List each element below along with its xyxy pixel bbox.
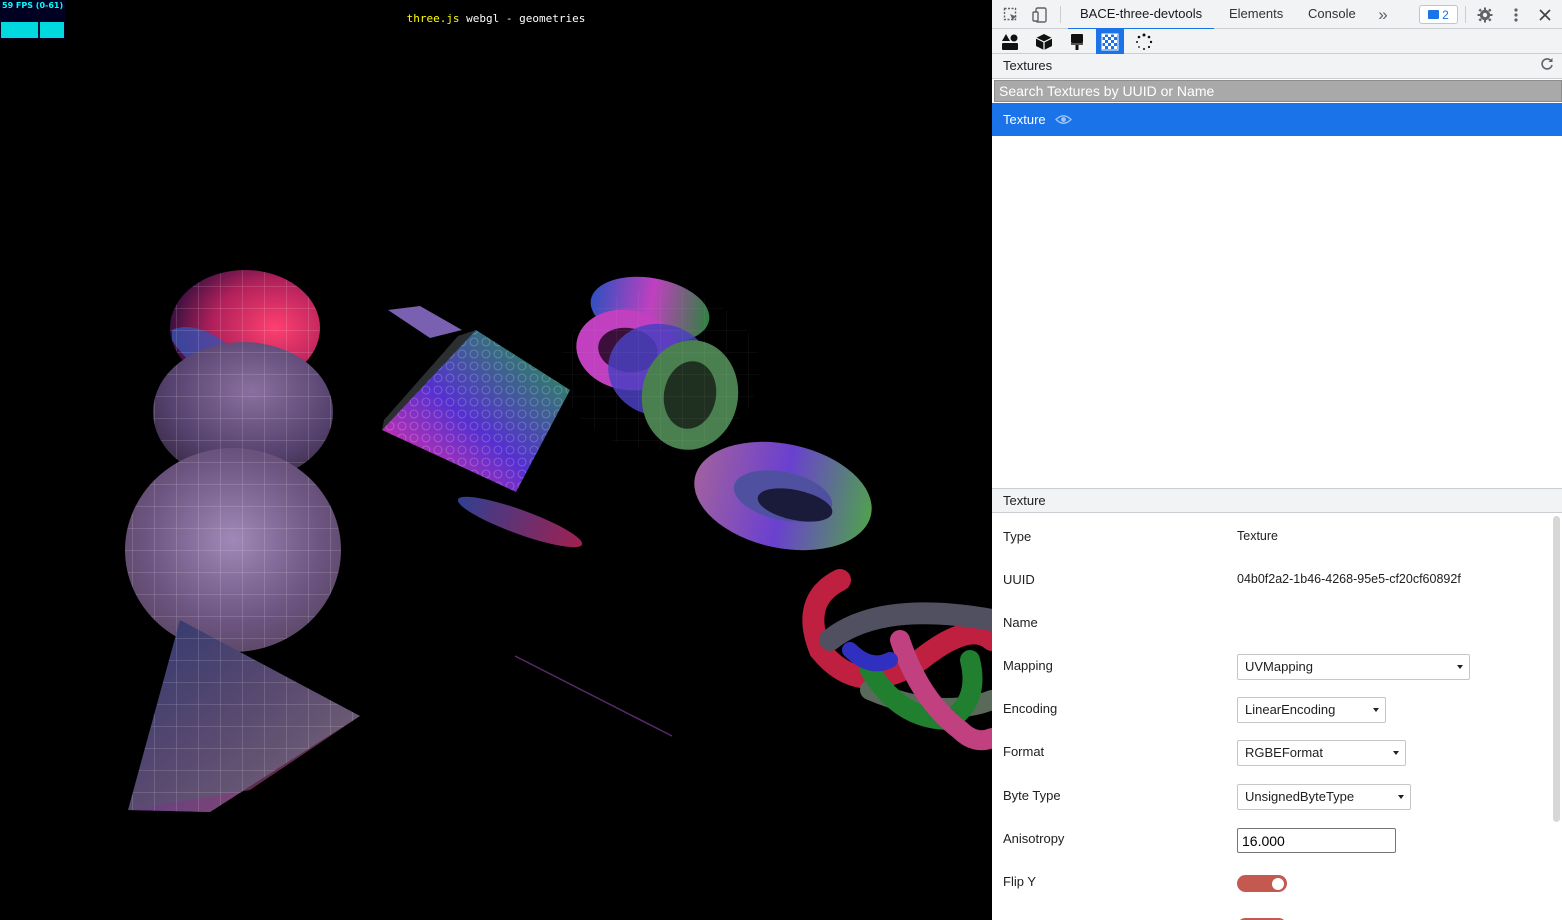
eye-icon[interactable] [1055, 104, 1073, 137]
prop-value: 04b0f2a2-1b46-4268-95e5-cf20cf60892f [1237, 572, 1461, 586]
chevron-down-icon [1457, 665, 1463, 669]
devtools-tool-row [992, 29, 1562, 54]
prop-type: Type Texture [992, 515, 1552, 558]
flip-y-toggle[interactable] [1237, 875, 1287, 892]
loading-icon[interactable] [1130, 29, 1158, 54]
prop-label: Encoding [1003, 701, 1058, 716]
disc [457, 496, 673, 737]
textures-header-label: Textures [1003, 58, 1053, 73]
device-toolbar-icon[interactable] [1029, 4, 1051, 26]
material-icon[interactable] [1063, 29, 1091, 54]
select-value: LinearEncoding [1245, 702, 1336, 717]
page-title-text: webgl - geometries [459, 12, 586, 25]
geometry-icon[interactable] [1030, 29, 1058, 54]
prop-mapping: Mapping UVMapping [992, 644, 1552, 687]
list-item[interactable]: Texture [992, 103, 1562, 136]
prop-label: Byte Type [1003, 788, 1061, 803]
detail-header-label: Texture [1003, 493, 1046, 508]
tab-console[interactable]: Console [1296, 0, 1368, 29]
prop-encoding: Encoding LinearEncoding [992, 687, 1552, 730]
inspect-element-icon[interactable] [1000, 4, 1022, 26]
issues-count: 2 [1442, 7, 1449, 22]
cylinder-rings [560, 276, 760, 450]
chevron-down-icon [1373, 708, 1379, 712]
properties-scrollbar[interactable] [1553, 516, 1560, 822]
toggle-knob [1272, 877, 1284, 890]
scene-render [125, 270, 992, 812]
format-select[interactable]: RGBEFormat [1237, 740, 1406, 766]
page-title: three.js webgl - geometries [0, 12, 992, 25]
select-value: RGBEFormat [1245, 745, 1324, 760]
threejs-link[interactable]: three.js [407, 12, 460, 25]
mapping-select[interactable]: UVMapping [1237, 654, 1470, 680]
settings-gear-icon[interactable] [1474, 4, 1496, 26]
prop-uuid: UUID 04b0f2a2-1b46-4268-95e5-cf20cf60892… [992, 558, 1552, 601]
torus-knot [802, 569, 992, 751]
byte-type-select[interactable]: UnsignedByteType [1237, 784, 1411, 810]
issues-badge[interactable]: 2 [1419, 5, 1458, 24]
chevron-down-icon [1393, 751, 1399, 755]
chevron-down-icon [1398, 795, 1404, 799]
texture-detail-header: Texture [992, 488, 1562, 513]
prop-byte-type: Byte Type UnsignedByteType [992, 774, 1552, 817]
objects-icon[interactable] [996, 29, 1024, 54]
texture-search-input[interactable] [994, 80, 1562, 102]
prop-format: Format RGBEFormat [992, 730, 1552, 773]
issues-icon [1428, 10, 1440, 19]
prop-flip-y: Flip Y [992, 860, 1552, 903]
select-value: UVMapping [1245, 659, 1313, 674]
texture-icon[interactable] [1096, 29, 1124, 54]
cube [382, 306, 570, 492]
tab-elements[interactable]: Elements [1217, 0, 1295, 29]
textures-section-header: Textures [992, 54, 1562, 79]
anisotropy-input[interactable] [1237, 828, 1396, 853]
sphere-large [125, 448, 341, 652]
devtools-panel: BACE-three-devtools Elements Console » 2 [992, 0, 1562, 920]
texture-item-label: Texture [1003, 112, 1046, 127]
texture-properties: Type Texture UUID 04b0f2a2-1b46-4268-95e… [992, 514, 1562, 920]
prop-label: Flip Y [1003, 874, 1036, 889]
tab-bace-three-devtools[interactable]: BACE-three-devtools [1068, 0, 1215, 30]
prop-label: Mapping [1003, 658, 1053, 673]
prop-value: Texture [1237, 529, 1278, 543]
more-tabs-icon[interactable]: » [1372, 4, 1394, 26]
prop-label: Format [1003, 744, 1045, 759]
encoding-select[interactable]: LinearEncoding [1237, 697, 1386, 723]
texture-list-empty-area [992, 136, 1562, 488]
select-value: UnsignedByteType [1245, 789, 1355, 804]
prop-name: Name [992, 601, 1552, 644]
prop-label: Anisotropy [1003, 831, 1065, 846]
close-devtools-icon[interactable] [1534, 4, 1556, 26]
torus [694, 441, 872, 551]
refresh-icon[interactable] [1538, 57, 1556, 75]
prop-anisotropy: Anisotropy [992, 817, 1552, 860]
prop-label: Type [1003, 529, 1032, 544]
fps-readout: 59 FPS (0-61) [2, 1, 64, 10]
prop-label: UUID [1003, 572, 1035, 587]
prop-next-partial [992, 903, 1552, 920]
webgl-canvas[interactable]: 59 FPS (0-61) three.js webgl - geometrie… [0, 0, 992, 920]
prop-label: Name [1003, 615, 1038, 630]
devtools-tabbar: BACE-three-devtools Elements Console » 2 [992, 0, 1562, 30]
more-options-icon[interactable] [1505, 4, 1527, 26]
